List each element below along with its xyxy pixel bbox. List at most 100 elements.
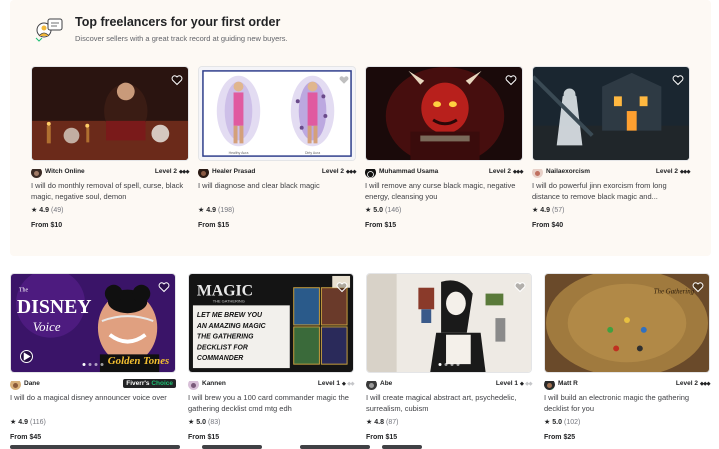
heart-icon[interactable] [671, 73, 684, 86]
heart-icon[interactable] [170, 73, 183, 86]
gig-title[interactable]: I will remove any curse black magic, neg… [365, 180, 523, 202]
gig-price: From $45 [10, 434, 42, 441]
star-icon: ★ [365, 207, 372, 214]
gig-title[interactable]: I will do a magical disney announcer voi… [10, 392, 176, 414]
star-icon: ★ [31, 207, 38, 214]
avatar[interactable] [188, 379, 199, 390]
thumb-line: DECKLIST FOR [197, 344, 248, 351]
gig-card[interactable]: The DISNEY Voice Golden Tones Dane Fiver… [10, 273, 176, 441]
seller-name[interactable]: Witch Online [45, 168, 85, 175]
gig-rating: ★ 5.0 (102) [544, 418, 581, 427]
thumb-brand: MAGIC [197, 283, 253, 300]
heart-icon[interactable] [691, 280, 704, 293]
seller-name[interactable]: Matt R [558, 380, 578, 387]
level-diamond-icon: ◆◆◆ [345, 168, 357, 175]
gig-thumbnail[interactable] [532, 66, 690, 161]
gig-rating: ★ 4.9 (198) [198, 206, 235, 215]
gig-thumbnail[interactable] [31, 66, 189, 161]
star-icon: ★ [188, 419, 195, 426]
seller-level: Level 1 ◆ ◆◆ [495, 380, 533, 387]
gig-thumbnail[interactable] [366, 273, 532, 373]
thumb-title-a: The [19, 288, 29, 294]
carousel-dots[interactable] [438, 363, 460, 366]
avatar[interactable] [31, 167, 42, 178]
freelancer-badge-icon [35, 18, 63, 42]
star-icon: ★ [198, 207, 205, 214]
gig-rating: ★ 4.9 (116) [10, 418, 46, 427]
gig-title[interactable]: I will do powerful jinn exorcism from lo… [532, 180, 690, 202]
thumb-caption-left: Healthy Aura [229, 151, 249, 155]
gig-title[interactable]: I will diagnose and clear black magic [198, 180, 356, 202]
gig-price: From $10 [31, 222, 63, 229]
fiverrs-choice-badge: Fiverr's Choice [123, 379, 176, 388]
thumb-title-b: DISNEY [17, 296, 92, 318]
play-icon[interactable] [20, 350, 33, 363]
gig-price: From $15 [365, 222, 397, 229]
gig-card[interactable]: MAGIC THE GATHERING LET ME BREW YOU AN A… [188, 273, 354, 441]
gig-thumbnail[interactable] [365, 66, 523, 161]
thumb-text: The Gathering [654, 289, 695, 296]
thumb-caption-right: Dirty Aura [305, 151, 320, 155]
heart-icon[interactable] [335, 280, 348, 293]
carousel-dots[interactable] [82, 363, 104, 366]
avatar[interactable] [10, 379, 21, 390]
gig-price: From $25 [544, 434, 576, 441]
seller-level: Level 2 ◆◆◆ [321, 168, 357, 175]
thumb-line: THE GATHERING [197, 334, 254, 341]
seller-name[interactable]: Healer Prasad [212, 168, 255, 175]
gig-thumbnail[interactable]: MAGIC THE GATHERING LET ME BREW YOU AN A… [188, 273, 354, 373]
seller-level: Level 2 ◆◆◆ [488, 168, 524, 175]
thumb-title-c: Voice [33, 320, 61, 334]
gig-title[interactable]: I will brew you a 100 card commander mag… [188, 392, 354, 414]
level-diamond-icon: ◆◆◆ [679, 168, 691, 175]
thumb-line: AN AMAZING MAGIC [196, 323, 267, 330]
seller-name[interactable]: Abe [380, 380, 392, 387]
gig-rating: ★ 4.9 (49) [31, 206, 64, 215]
seller-level: Level 2 ◆◆◆ [655, 168, 691, 175]
avatar[interactable] [366, 379, 377, 390]
star-icon: ★ [366, 419, 373, 426]
heart-icon[interactable] [513, 280, 526, 293]
seller-name[interactable]: Nailaexorcism [546, 168, 590, 175]
avatar[interactable] [532, 167, 543, 178]
gig-card[interactable]: Abe Level 1 ◆ ◆◆ I will create magical abs… [366, 273, 532, 441]
avatar[interactable] [198, 167, 209, 178]
seller-level: Level 2 ◆◆◆ [675, 380, 711, 387]
level-diamond-icon: ◆ [519, 380, 524, 387]
gig-title[interactable]: I will do monthly removal of spell, curs… [31, 180, 189, 202]
thumb-tag: Golden Tones [108, 355, 169, 367]
seller-level: Level 1 ◆ ◆◆ [317, 380, 355, 387]
seller-name[interactable]: Muhammad Usama [379, 168, 438, 175]
thumb-line: LET ME BREW YOU [197, 312, 263, 319]
thumb-line: COMMANDER [197, 355, 243, 362]
seller-name[interactable]: Dane [24, 380, 40, 387]
level-diamond-icon: ◆◆◆ [178, 168, 190, 175]
heart-icon[interactable] [337, 73, 350, 86]
gig-card[interactable]: Nailaexorcism Level 2 ◆◆◆ I will do power… [532, 66, 691, 229]
gig-thumbnail[interactable]: Healthy Aura Dirty Aura [198, 66, 356, 161]
gig-card[interactable]: Witch Online Level 2 ◆◆◆ I will do monthl… [31, 66, 190, 229]
avatar[interactable] [365, 167, 376, 178]
section-title: Top freelancers for your first order [75, 15, 281, 29]
heart-icon[interactable] [157, 280, 170, 293]
heart-icon[interactable] [504, 73, 517, 86]
gig-rating: ★ 4.8 (87) [366, 418, 399, 427]
gig-card[interactable]: The Gathering Matt R Level 2 ◆◆◆ I will b… [544, 273, 711, 441]
gig-price: From $15 [188, 434, 220, 441]
section-subtitle: Discover sellers with a great track reco… [75, 34, 288, 43]
level-diamond-icon: ◆◆◆ [699, 380, 711, 387]
gig-price: From $15 [366, 434, 398, 441]
gig-card[interactable]: Healthy Aura Dirty Aura Healer Prasad Le… [198, 66, 357, 229]
gig-title[interactable]: I will create magical abstract art, psyc… [366, 392, 532, 414]
avatar[interactable] [544, 379, 555, 390]
gig-title[interactable]: I will build an electronic magic the gat… [544, 392, 710, 414]
next-row-peek [10, 443, 711, 449]
seller-name[interactable]: Kannen [202, 380, 226, 387]
gig-card[interactable]: Muhammad Usama Level 2 ◆◆◆ I will remove … [365, 66, 524, 229]
star-icon: ★ [532, 207, 539, 214]
level-diamond-icon: ◆◆◆ [512, 168, 524, 175]
star-icon: ★ [10, 419, 17, 426]
gig-thumbnail[interactable]: The DISNEY Voice Golden Tones [10, 273, 176, 373]
thumb-brand-sub: THE GATHERING [213, 298, 245, 303]
gig-thumbnail[interactable]: The Gathering [544, 273, 710, 373]
